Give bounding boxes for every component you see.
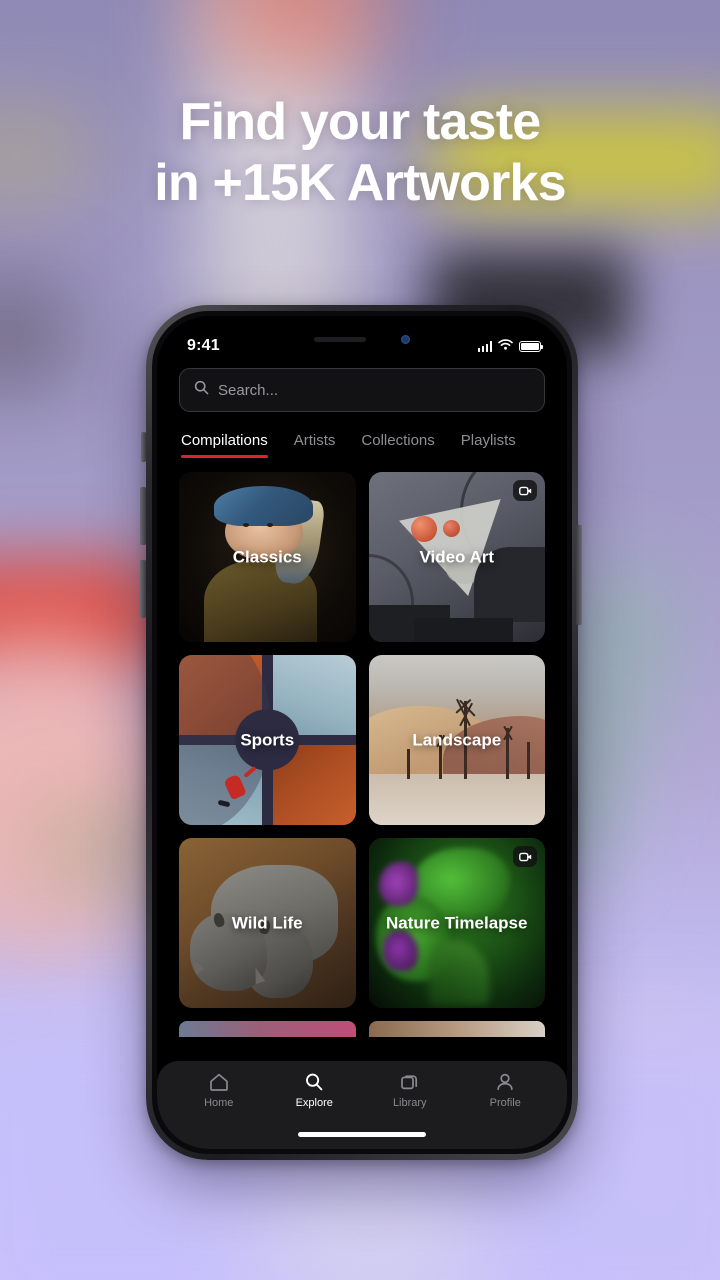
tab-compilations[interactable]: Compilations xyxy=(181,432,268,458)
status-bar-clock: 9:41 xyxy=(187,337,220,354)
next-row-partial xyxy=(179,1021,545,1037)
phone-volume-up-button[interactable] xyxy=(140,487,146,545)
phone-device-frame: 9:41 Search... Compilations Artists Coll… xyxy=(146,305,578,1160)
library-stack-icon xyxy=(399,1072,421,1092)
search-input[interactable]: Search... xyxy=(179,368,545,412)
tab-playlists[interactable]: Playlists xyxy=(461,432,516,458)
battery-icon xyxy=(519,340,543,352)
nav-item-home[interactable]: Home xyxy=(183,1072,255,1109)
promo-headline-line-2: in +15K Artworks xyxy=(154,154,566,213)
compilation-title: Landscape xyxy=(412,730,502,750)
compilation-card-partial-left[interactable] xyxy=(179,1021,356,1037)
compilation-title: Sports xyxy=(240,730,295,750)
phone-bezel: 9:41 Search... Compilations Artists Coll… xyxy=(152,311,572,1154)
compilation-card-classics[interactable]: Classics xyxy=(179,472,356,642)
app-content: Search... Compilations Artists Collectio… xyxy=(157,368,567,1037)
nav-label: Library xyxy=(392,1097,427,1109)
compilation-card-video-art[interactable]: Video Art xyxy=(368,472,545,642)
tab-artists[interactable]: Artists xyxy=(294,432,336,458)
home-icon xyxy=(208,1072,230,1092)
wifi-icon xyxy=(498,337,513,355)
phone-power-button[interactable] xyxy=(576,525,582,625)
tab-collections[interactable]: Collections xyxy=(361,432,434,458)
compilation-card-sports[interactable]: Sports xyxy=(179,655,356,825)
video-camera-icon xyxy=(513,846,537,867)
compilation-card-landscape[interactable]: Landscape xyxy=(368,655,545,825)
earpiece-speaker-icon xyxy=(314,336,366,342)
dynamic-island xyxy=(308,328,416,350)
compilation-card-wild-life[interactable]: Wild Life xyxy=(179,838,356,1008)
search-icon xyxy=(194,380,209,400)
video-camera-icon xyxy=(513,480,537,501)
nav-item-library[interactable]: Library xyxy=(374,1072,446,1109)
promo-headline: Find your taste in +15K Artworks xyxy=(0,92,720,215)
compilation-title: Classics xyxy=(232,547,302,567)
compilation-title: Nature Timelapse xyxy=(386,913,528,933)
cellular-signal-icon xyxy=(477,340,492,352)
compilation-title: Video Art xyxy=(419,547,495,567)
phone-screen: 9:41 Search... Compilations Artists Coll… xyxy=(157,316,567,1149)
front-camera-icon xyxy=(401,334,410,344)
phone-mute-switch[interactable] xyxy=(141,432,146,462)
nav-label: Explore xyxy=(295,1097,333,1109)
promo-headline-line-1: Find your taste xyxy=(179,93,542,151)
nav-label: Profile xyxy=(489,1097,521,1109)
wallpaper-blur-dark-left xyxy=(0,290,70,380)
category-tabs: Compilations Artists Collections Playlis… xyxy=(179,432,545,458)
search-icon xyxy=(303,1072,325,1092)
nav-label: Home xyxy=(204,1097,234,1109)
status-bar: 9:41 xyxy=(157,316,567,362)
home-indicator[interactable] xyxy=(298,1132,426,1137)
compilations-grid: Classics Video Art Sports Landscape Wild… xyxy=(179,472,545,1008)
compilation-card-partial-right[interactable] xyxy=(368,1021,545,1037)
nav-item-explore[interactable]: Explore xyxy=(278,1072,350,1109)
compilation-title: Wild Life xyxy=(231,913,303,933)
nav-item-profile[interactable]: Profile xyxy=(469,1072,541,1109)
search-placeholder-text: Search... xyxy=(218,381,279,399)
compilation-card-nature-timelapse[interactable]: Nature Timelapse xyxy=(368,838,545,1008)
status-bar-icons xyxy=(477,337,543,355)
phone-volume-down-button[interactable] xyxy=(140,560,146,618)
person-icon xyxy=(494,1072,516,1092)
